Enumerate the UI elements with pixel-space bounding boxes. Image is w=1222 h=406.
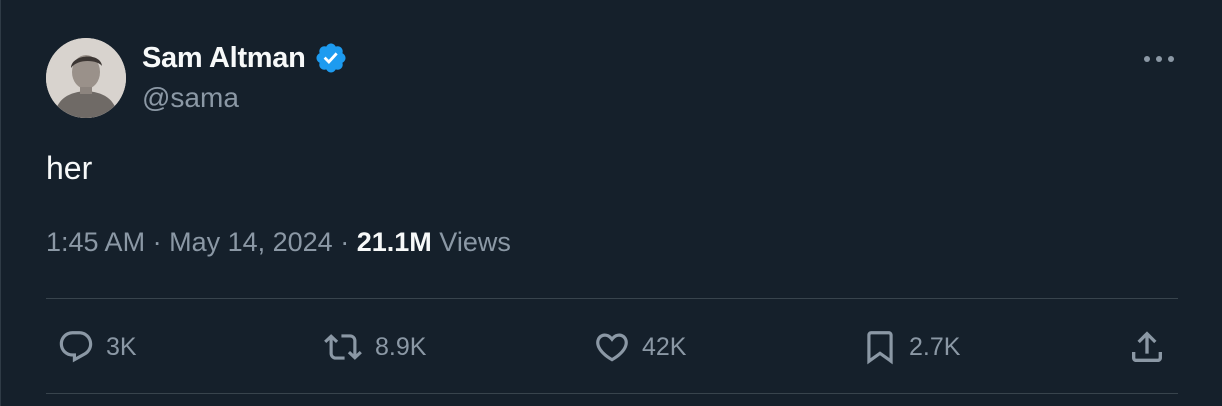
reply-button[interactable]: 3K [56, 326, 137, 368]
author-name-row: Sam Altman [142, 40, 348, 76]
profile-photo-icon [46, 38, 126, 118]
retweet-button[interactable]: 8.9K [321, 326, 426, 368]
bookmark-count: 2.7K [909, 332, 961, 361]
share-button[interactable] [1127, 326, 1167, 368]
avatar[interactable] [46, 38, 126, 118]
divider [46, 393, 1178, 394]
bookmark-button[interactable]: 2.7K [861, 326, 960, 368]
bookmark-icon [867, 331, 893, 365]
like-count: 42K [642, 332, 687, 361]
like-button[interactable]: 42K [592, 326, 686, 368]
tweet-text: her [46, 150, 93, 186]
reply-count: 3K [106, 332, 137, 361]
meta-separator: · [152, 227, 162, 257]
views-label: Views [439, 227, 511, 257]
more-dots-icon [1144, 56, 1174, 62]
share-icon [1132, 331, 1162, 362]
meta-separator: · [340, 227, 350, 257]
heart-icon [596, 333, 628, 362]
tweet-time[interactable]: 1:45 AM [46, 227, 145, 257]
more-options-button[interactable] [1135, 42, 1183, 76]
views-count: 21.1M [356, 227, 432, 257]
retweet-count: 8.9K [375, 332, 427, 361]
tweet-card: Sam Altman @sama her 1:45 AM · May 14, 2… [0, 0, 1222, 406]
reply-icon [59, 331, 93, 363]
author-handle[interactable]: @sama [142, 82, 239, 114]
tweet-date[interactable]: May 14, 2024 [169, 227, 333, 257]
divider [46, 298, 1178, 299]
retweet-icon [324, 334, 362, 360]
tweet-metadata: 1:45 AM · May 14, 2024 · 21.1M Views [46, 227, 511, 258]
author-display-name[interactable]: Sam Altman [142, 42, 306, 75]
verified-badge-icon[interactable] [314, 41, 348, 75]
